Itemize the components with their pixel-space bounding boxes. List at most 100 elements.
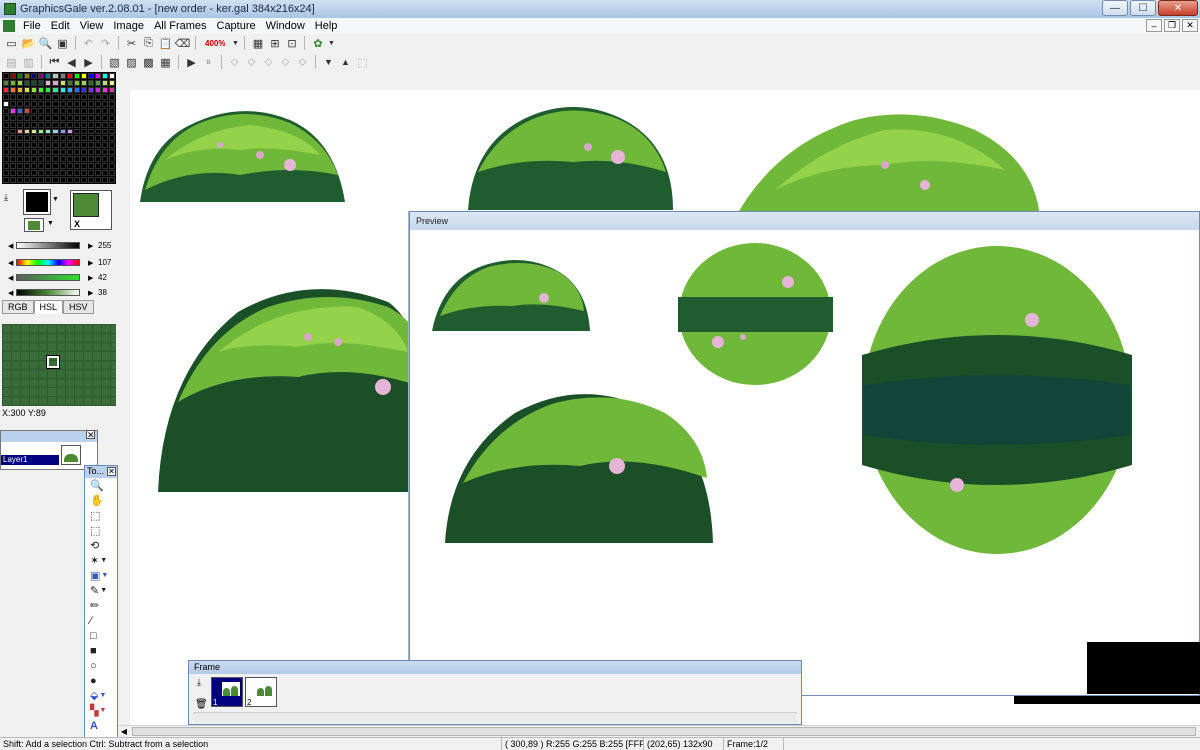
filled-ellipse-icon[interactable]: ● xyxy=(85,673,117,688)
clear-icon[interactable]: ⌫ xyxy=(175,36,191,51)
pencil-icon[interactable]: ✏ xyxy=(85,598,117,613)
frame-scrollbar[interactable] xyxy=(193,712,797,722)
undo-icon[interactable]: ↶ xyxy=(81,36,96,51)
close-button[interactable]: ✕ xyxy=(1158,0,1198,16)
scrollbar-thumb[interactable] xyxy=(132,727,1196,736)
background-color-swatch[interactable]: X xyxy=(70,190,112,230)
minimize-button[interactable]: — xyxy=(1102,0,1128,16)
ellipse-icon[interactable]: ○ xyxy=(85,658,117,673)
move-down-icon[interactable]: ▼ xyxy=(321,55,336,70)
color-palette[interactable] xyxy=(2,72,116,184)
chevron-down-icon[interactable]: ▼ xyxy=(47,220,54,227)
transform-icon[interactable]: ⬚ xyxy=(355,55,370,70)
next-frame-icon[interactable]: ▶ xyxy=(81,55,96,70)
hue-slider[interactable]: ◀ ▶ 107 xyxy=(2,255,116,270)
prev-frame-icon[interactable]: ◀ xyxy=(64,55,79,70)
redo-icon[interactable]: ↷ xyxy=(98,36,113,51)
tab-rgb[interactable]: RGB xyxy=(2,300,34,314)
canvas-horizontal-scrollbar[interactable]: ◀ xyxy=(118,725,1200,737)
transparent-color-swatch[interactable] xyxy=(24,218,44,232)
move-up-icon[interactable]: ▲ xyxy=(338,55,353,70)
selection-inv-icon[interactable]: ⬦ xyxy=(295,55,310,70)
frame-copy-icon[interactable]: ▩ xyxy=(141,55,156,70)
navigator-view[interactable] xyxy=(2,324,116,406)
selection-add-icon[interactable]: ⬦ xyxy=(244,55,259,70)
copy-icon[interactable]: ⎘ xyxy=(141,36,156,51)
menu-image[interactable]: Image xyxy=(108,20,149,32)
menu-view[interactable]: View xyxy=(75,20,109,32)
save-icon[interactable]: ▣ xyxy=(55,36,70,51)
chevron-down-icon[interactable]: ▼ xyxy=(231,36,239,51)
document-icon[interactable] xyxy=(3,20,15,32)
color-sliders: ◀ ▶ 255 ◀ ▶ 107 ◀ ▶ 42 ◀ ▶ 38 xyxy=(2,238,116,300)
zoom-tool-icon[interactable]: 🔍 xyxy=(85,478,117,493)
doc-restore-icon[interactable]: ❐ xyxy=(1164,19,1180,32)
frame-insert-icon[interactable]: ▨ xyxy=(124,55,139,70)
layer-name[interactable]: Layer1 xyxy=(1,455,59,465)
maximize-button[interactable]: ☐ xyxy=(1130,0,1156,16)
grid-icon[interactable]: ▦ xyxy=(250,36,265,51)
menu-all-frames[interactable]: All Frames xyxy=(149,20,212,32)
bucket-fill-icon[interactable]: ⬙ ▼ xyxy=(85,688,117,703)
pause-icon[interactable]: ⏸ xyxy=(201,55,216,70)
foreground-color-swatch[interactable] xyxy=(23,189,51,215)
guides-icon[interactable]: ⊡ xyxy=(284,36,299,51)
zoom-select[interactable]: 400% xyxy=(201,38,229,49)
tools-window-header: To... ✕ xyxy=(85,466,117,478)
eyedropper-icon[interactable]: ✎ ▼ xyxy=(85,583,117,598)
menu-file[interactable]: File xyxy=(18,20,46,32)
frame-thumbnail-1[interactable]: 1 xyxy=(211,677,243,707)
chevron-down-icon[interactable]: ▼ xyxy=(52,196,59,203)
chevron-down-icon[interactable]: ▼ xyxy=(327,36,335,51)
scroll-left-icon[interactable]: ◀ xyxy=(118,726,130,737)
preview-icon[interactable]: ✿ xyxy=(310,36,325,51)
rectangle-icon[interactable]: □ xyxy=(85,628,117,643)
frame-thumbnail-2[interactable]: 2 xyxy=(245,677,277,707)
magic-wand-icon[interactable]: ✶ ▼ xyxy=(85,553,117,568)
layer-options-icon[interactable]: ▥ xyxy=(21,55,36,70)
layer-thumbnail[interactable] xyxy=(61,445,81,465)
doc-minimize-icon[interactable]: – xyxy=(1146,19,1162,32)
layer-row[interactable]: Layer1 xyxy=(1,442,97,468)
rotate-tool-icon[interactable]: ⟲ xyxy=(85,538,117,553)
text-tool-icon[interactable]: A xyxy=(85,718,117,733)
open-folder-icon[interactable]: 📂 xyxy=(21,36,36,51)
frame-delete-icon[interactable]: ▦ xyxy=(158,55,173,70)
menu-capture[interactable]: Capture xyxy=(212,20,261,32)
fill-select-icon[interactable]: ▣ ▼ xyxy=(85,568,117,583)
line-tool-icon[interactable]: ∕ xyxy=(85,613,117,628)
lightness-value: 38 xyxy=(98,288,107,297)
play-icon[interactable]: ▶ xyxy=(184,55,199,70)
pixel-grid-icon[interactable]: ⊞ xyxy=(267,36,282,51)
frame-properties-icon[interactable]: ▧ xyxy=(107,55,122,70)
close-icon[interactable]: ✕ xyxy=(107,467,116,476)
download-icon[interactable]: ⤓ xyxy=(4,192,8,203)
lightness-slider[interactable]: ◀ ▶ 38 xyxy=(2,285,116,300)
gray-slider[interactable]: ◀ ▶ 255 xyxy=(2,238,116,253)
zoom-icon[interactable]: 🔍 xyxy=(38,36,53,51)
paste-icon[interactable]: 📋 xyxy=(158,36,173,51)
hand-tool-icon[interactable]: ✋ xyxy=(85,493,117,508)
gradient-icon[interactable]: ▚ ▼ xyxy=(85,703,117,718)
tab-hsv[interactable]: HSV xyxy=(63,300,94,314)
saturation-slider[interactable]: ◀ ▶ 42 xyxy=(2,270,116,285)
selection-sub-icon[interactable]: ⬦ xyxy=(261,55,276,70)
layer-add-icon[interactable]: ▤ xyxy=(4,55,19,70)
selection-int-icon[interactable]: ⬦ xyxy=(278,55,293,70)
new-file-icon[interactable]: ▭ xyxy=(4,36,19,51)
lasso-select-icon[interactable]: ⬚ xyxy=(85,523,117,538)
close-icon[interactable]: ✕ xyxy=(86,430,95,440)
download-icon[interactable]: ⤓ xyxy=(197,677,201,688)
doc-close-icon[interactable]: ✕ xyxy=(1182,19,1198,32)
swap-colors-icon[interactable]: X xyxy=(74,219,80,229)
filled-rectangle-icon[interactable]: ■ xyxy=(85,643,117,658)
menu-edit[interactable]: Edit xyxy=(46,20,75,32)
cut-icon[interactable]: ✂ xyxy=(124,36,139,51)
trash-icon[interactable]: 🗑 xyxy=(195,699,208,710)
selection-tool-icon[interactable]: ⬦ xyxy=(227,55,242,70)
tab-hsl[interactable]: HSL xyxy=(33,300,64,314)
menu-window[interactable]: Window xyxy=(261,20,310,32)
rect-select-icon[interactable]: ⬚ xyxy=(85,508,117,523)
first-frame-icon[interactable]: ⏮ xyxy=(47,55,62,70)
menu-help[interactable]: Help xyxy=(310,20,343,32)
